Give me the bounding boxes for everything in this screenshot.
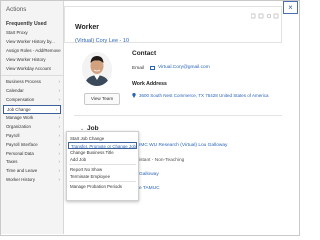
- worker-name-link[interactable]: (Virtual) Cory Lee - 10: [75, 38, 129, 44]
- menu-item-terminate-employee[interactable]: Terminate Employee: [67, 173, 138, 180]
- menu-item-add-job[interactable]: Add Job: [67, 156, 138, 163]
- sidebar-category-business-process[interactable]: Business Process ›: [1, 78, 63, 87]
- location-pin-icon: [132, 93, 136, 98]
- category-label: Personal Data: [6, 150, 34, 156]
- chevron-right-icon: ›: [58, 150, 61, 156]
- sidebar-category-job-change[interactable]: Job Change ›: [3, 105, 61, 115]
- sidebar-category-worker-history[interactable]: Worker History ›: [1, 176, 63, 185]
- category-label: Business Process: [6, 79, 41, 85]
- menu-item-manage-probation-periods[interactable]: Manage Probation Periods: [67, 183, 138, 190]
- chevron-right-icon: ›: [58, 177, 61, 183]
- chevron-right-icon: ›: [58, 159, 61, 165]
- menu-item-change-business-title[interactable]: Change Business Title: [67, 149, 138, 156]
- sidebar-item-assign-roles[interactable]: Assign Roles - Add/Remove: [1, 47, 63, 56]
- header-action-icons: [250, 13, 279, 21]
- sidebar-title: Actions: [6, 6, 27, 13]
- chevron-right-icon: ›: [58, 79, 61, 85]
- job-line-location[interactable]: e TAMUC: [139, 186, 160, 191]
- category-label: Worker History: [6, 177, 35, 183]
- frequently-used-heading: Frequently Used: [6, 21, 47, 27]
- chevron-right-icon: ›: [58, 141, 61, 147]
- chevron-right-icon: ›: [58, 168, 61, 174]
- category-label: Payroll Interface: [6, 141, 38, 147]
- view-team-button[interactable]: View Team: [84, 93, 120, 105]
- chevron-right-icon: ›: [58, 88, 61, 94]
- job-change-menu: Start Job Change Transfer, Promote or Ch…: [66, 131, 139, 201]
- sidebar-category-payroll[interactable]: Payroll ›: [1, 132, 63, 141]
- sidebar-item-start-proxy[interactable]: Start Proxy: [1, 29, 63, 38]
- work-address-heading: Work Address: [132, 81, 167, 87]
- chevron-right-icon: ›: [58, 132, 61, 138]
- section-divider: [74, 115, 282, 116]
- close-button[interactable]: ×: [283, 1, 298, 14]
- job-line-organization[interactable]: IMC WU Research (Virtual) Lou Galloway: [139, 143, 227, 148]
- sidebar-category-personal-data[interactable]: Personal Data ›: [1, 150, 63, 159]
- job-line-manager[interactable]: Galloway: [139, 172, 159, 177]
- category-label: Job Change: [7, 107, 31, 113]
- email-label: Email: [132, 66, 144, 71]
- category-label: Organization: [6, 123, 31, 129]
- chevron-right-icon: ›: [58, 97, 61, 103]
- menu-separator: [69, 181, 136, 182]
- sidebar-category-calendar[interactable]: Calendar ›: [1, 87, 63, 96]
- worker-photo-image: [82, 52, 112, 86]
- menu-item-start-job-change[interactable]: Start Job Change: [67, 135, 138, 142]
- email-link[interactable]: Virtual.Cory@gmail.com: [158, 65, 210, 70]
- contact-heading: Contact: [132, 50, 157, 57]
- category-label: Taxes: [6, 159, 18, 165]
- worker-photo: [82, 52, 112, 86]
- worker-header-card: Worker (Virtual) Cory Lee - 10: [64, 6, 282, 44]
- actions-sidebar: Actions Frequently Used Start Proxy View…: [1, 1, 64, 234]
- sidebar-category-organization[interactable]: Organization ›: [1, 123, 63, 132]
- category-label: Manage Work: [6, 115, 34, 121]
- menu-separator: [69, 164, 136, 165]
- sidebar-item-view-worker-history[interactable]: View Worker History: [1, 56, 63, 65]
- sidebar-item-view-workday-account[interactable]: View Workday Account: [1, 65, 63, 74]
- category-label: Calendar: [6, 88, 24, 94]
- toolbar-icons: [250, 13, 279, 19]
- sidebar-category-payroll-interface[interactable]: Payroll Interface ›: [1, 141, 63, 150]
- category-label: Time and Leave: [6, 168, 38, 174]
- menu-item-report-no-show[interactable]: Report No Show: [67, 166, 138, 173]
- job-line-title: istant - Non-Teaching: [139, 158, 185, 163]
- category-label: Compensation: [6, 97, 35, 103]
- category-label: Payroll: [6, 132, 20, 138]
- chevron-right-icon: ›: [58, 123, 61, 129]
- menu-item-transfer-promote-change-job[interactable]: Transfer, Promote or Change Job: [68, 142, 137, 149]
- sidebar-divider: [1, 75, 63, 77]
- envelope-icon: [150, 66, 155, 70]
- sidebar-item-view-worker-history-by[interactable]: View Worker History by...: [1, 38, 63, 47]
- sidebar-category-manage-work[interactable]: Manage Work ›: [1, 114, 63, 123]
- sidebar-category-time-and-leave[interactable]: Time and Leave ›: [1, 167, 63, 176]
- sidebar-category-compensation[interactable]: Compensation ›: [1, 96, 63, 105]
- chevron-right-icon: ›: [58, 115, 61, 121]
- work-address-link[interactable]: 3600 South Nest Commerce, TX 75428 Unite…: [139, 93, 269, 98]
- worker-label: Worker: [75, 24, 99, 31]
- sidebar-category-taxes[interactable]: Taxes ›: [1, 158, 63, 167]
